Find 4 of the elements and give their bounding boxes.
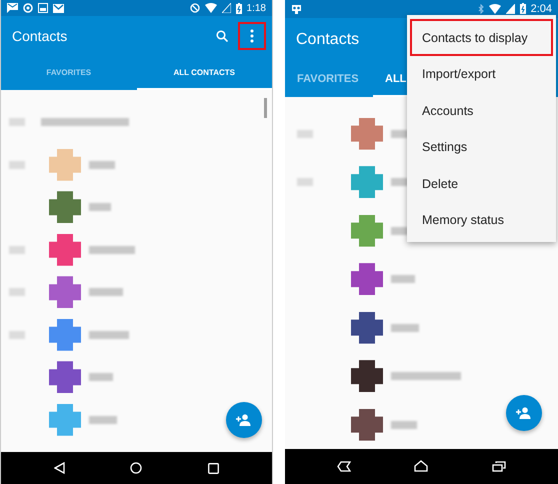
app-title: Contacts [12,28,68,44]
clock-time: 1:18 [246,2,266,14]
app-title: Contacts [296,30,360,49]
clock-time: 2:04 [530,2,552,15]
